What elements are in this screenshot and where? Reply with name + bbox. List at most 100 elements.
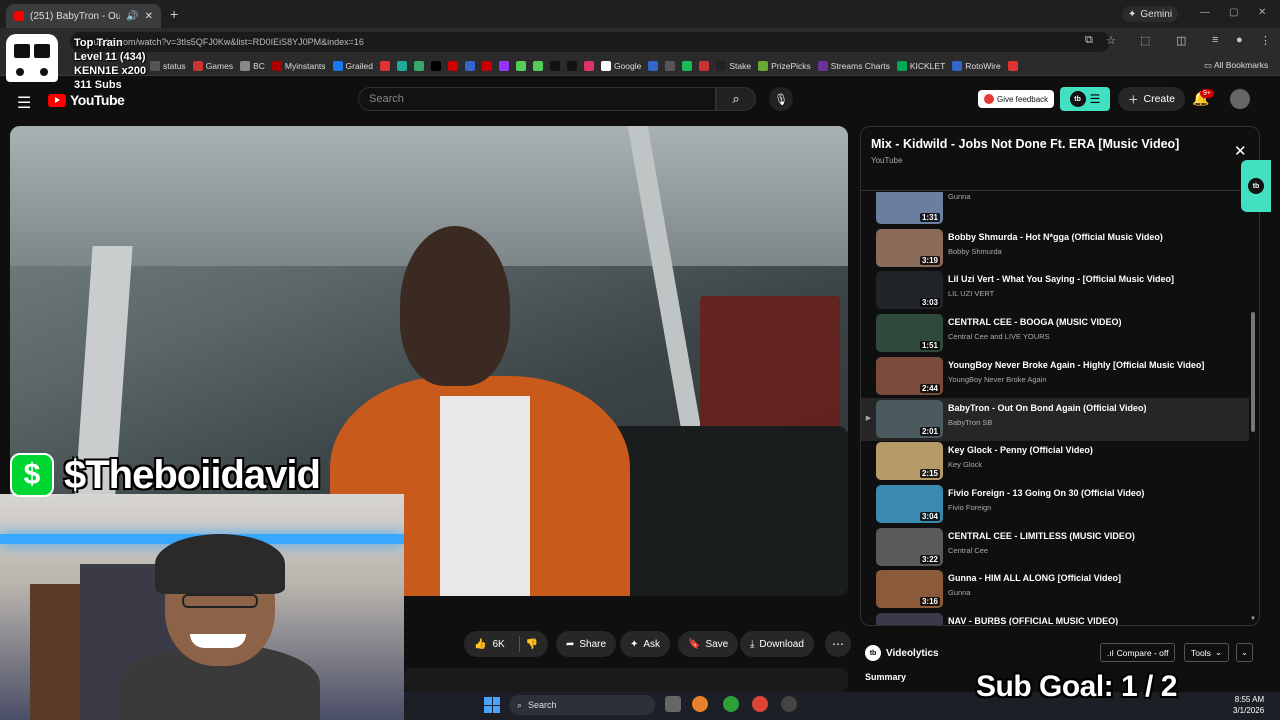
video-title[interactable]: Fivio Foreign - 13 Going On 30 (Official… [948,487,1248,499]
bookmark-icon[interactable] [464,60,475,71]
bookmark-icon[interactable] [498,60,509,71]
new-tab-button[interactable]: + [170,6,178,22]
video-thumbnail[interactable]: 1:31 [876,192,943,224]
bookmark-icon[interactable] [665,60,676,71]
video-thumbnail[interactable]: 2:44 [876,356,943,395]
maximize-icon[interactable]: ▢ [1229,7,1238,18]
more-actions-icon[interactable]: ⋯ [825,631,851,657]
install-icon[interactable]: ⧉ [1085,34,1093,47]
compare-toggle[interactable]: .ıl Compare - off [1100,643,1176,662]
app-icon[interactable] [781,696,797,712]
bookmark-icon[interactable] [682,60,693,71]
share-button[interactable]: ➦ Share [556,631,617,657]
video-title[interactable]: NAV - BURBS (OFFICIAL MUSIC VIDEO) [948,615,1248,625]
close-tab-icon[interactable]: ✕ [145,11,153,22]
playlist-item[interactable]: 3:03 Lil Uzi Vert - What You Saying - [Of… [861,269,1249,312]
bookmark-item[interactable]: BC [240,60,265,71]
bookmark-item[interactable]: Stake [716,60,751,71]
extensions-icon[interactable]: ⬚ [1140,34,1150,47]
playlist-title[interactable]: Mix - Kidwild - Jobs Not Done Ft. ERA [M… [871,137,1231,151]
bookmark-icon[interactable] [413,60,424,71]
playlist-item[interactable]: NAV - BURBS (OFFICIAL MUSIC VIDEO)NAV [861,611,1249,625]
bookmark-item[interactable]: Google [600,60,641,71]
give-feedback-button[interactable]: Give feedback [978,90,1055,108]
address-bar[interactable]: youtube.com/watch?v=3tIs5QFJ0Kw&list=RD0… [70,32,1110,52]
avatar[interactable] [1230,89,1250,109]
menu-icon[interactable]: ⋮ [1260,34,1271,47]
video-thumbnail[interactable]: 1:51 [876,314,943,353]
bookmark-item[interactable]: status [150,60,186,71]
video-title[interactable]: Lil Uzi Vert - What You Saying - [Offici… [948,273,1248,285]
minimize-icon[interactable]: — [1200,7,1210,18]
audio-icon[interactable]: 🔊 [126,11,138,22]
ask-button[interactable]: ✦ Ask [620,631,671,657]
thumbs-up-icon[interactable]: 👍 [474,639,486,650]
video-thumbnail[interactable]: 3:22 [876,527,943,566]
chrome-icon[interactable] [752,696,768,712]
task-view-icon[interactable] [665,696,681,712]
bookmark-icon[interactable] [379,60,390,71]
video-title[interactable]: CENTRAL CEE - BOOGA (MUSIC VIDEO) [948,316,1248,328]
system-clock[interactable]: 8:55 AM 3/1/2026 [1233,694,1264,716]
video-thumbnail[interactable] [876,613,943,625]
bookmark-icon[interactable] [648,60,659,71]
videolytics-toggle-button[interactable]: tb ☰ [1060,87,1110,111]
bookmark-icon[interactable] [447,60,458,71]
taskbar-search[interactable]: ⌕ Search [509,695,655,715]
save-button[interactable]: 🔖 Save [678,631,739,657]
video-title[interactable]: BabyTron - Out On Bond Again (Official V… [948,402,1248,414]
video-thumbnail[interactable]: 2:15 [876,442,943,481]
bookmark-icon[interactable] [515,60,526,71]
bookmark-item[interactable]: Streams Charts [817,60,890,71]
playlist-item[interactable]: 3:04 Fivio Foreign - 13 Going On 30 (Offi… [861,483,1249,526]
bookmark-icon[interactable] [396,60,407,71]
video-thumbnail[interactable]: 3:04 [876,484,943,523]
bookmark-icon[interactable] [583,60,594,71]
tools-dropdown[interactable]: Tools ⌄ [1184,643,1229,662]
playlist-item[interactable]: 2:15 Key Glock - Penny (Official Video) Ke… [861,440,1249,483]
videolytics-side-tab[interactable]: tb [1241,160,1271,212]
playlist-item[interactable]: 1:31 Gunna [861,192,1249,227]
scroll-down-icon[interactable]: ▼ [1250,616,1256,622]
bookmark-item[interactable]: Games [192,60,233,71]
playlist-item[interactable]: 2:44 YoungBoy Never Broke Again - Highly … [861,355,1249,398]
thumbs-down-icon[interactable]: 👎 [526,639,538,650]
bookmark-icon[interactable] [566,60,577,71]
video-thumbnail[interactable]: 2:01 [876,399,943,438]
video-title[interactable]: Key Glock - Penny (Official Video) [948,444,1248,456]
bookmark-icon[interactable] [1007,60,1018,71]
firefox-icon[interactable] [692,696,708,712]
scrollbar-thumb[interactable] [1251,312,1255,432]
bookmark-item[interactable]: PrizePicks [758,60,811,71]
bookmark-icon[interactable] [430,60,441,71]
video-title[interactable]: Bobby Shmurda - Hot N*gga (Official Musi… [948,231,1248,243]
bookmark-star-icon[interactable]: ☆ [1106,34,1116,47]
collapse-chevron-icon[interactable]: ⌄ [1236,643,1253,662]
xbox-icon[interactable] [723,696,739,712]
browser-tab[interactable]: (251) BabyTron - Out On Bo 🔊 ✕ [6,4,161,28]
bookmark-item[interactable]: RotoWire [952,60,1001,71]
playlist-item[interactable]: 3:19 Bobby Shmurda - Hot N*gga (Official … [861,227,1249,270]
windows-start-icon[interactable] [484,697,500,713]
create-button[interactable]: ＋ Create [1118,87,1186,111]
all-bookmarks[interactable]: ▭ All Bookmarks [1204,60,1268,71]
playlist-item[interactable]: 3:22 CENTRAL CEE - LIMITLESS (MUSIC VIDEO… [861,526,1249,569]
hamburger-menu-icon[interactable]: ☰ [17,93,31,113]
summary-tab[interactable]: Summary [865,672,906,682]
search-button[interactable]: ⌕ [716,87,756,111]
voice-search-button[interactable]: 🎙 [769,87,793,111]
profile-icon[interactable]: ● [1236,34,1243,46]
bookmark-item[interactable]: KICKLET [896,60,945,71]
video-thumbnail[interactable]: 3:16 [876,570,943,609]
youtube-logo[interactable]: YouTube [48,92,125,108]
bookmark-icon[interactable] [481,60,492,71]
bookmark-icon[interactable] [699,60,710,71]
video-title[interactable]: CENTRAL CEE - LIMITLESS (MUSIC VIDEO) [948,530,1248,542]
media-icon[interactable]: ≡ [1212,34,1218,46]
like-dislike-group[interactable]: 👍 6K 👎 [464,631,548,657]
playlist-item[interactable]: 3:16 Gunna - HIM ALL ALONG [Official Vide… [861,568,1249,611]
playlist-item[interactable]: 1:51 CENTRAL CEE - BOOGA (MUSIC VIDEO) Cen… [861,312,1249,355]
bookmark-item[interactable]: Grailed [332,60,373,71]
playlist-item[interactable]: ▶ 2:01 BabyTron - Out On Bond Again (Offic… [861,397,1249,441]
description-box[interactable] [404,668,848,692]
